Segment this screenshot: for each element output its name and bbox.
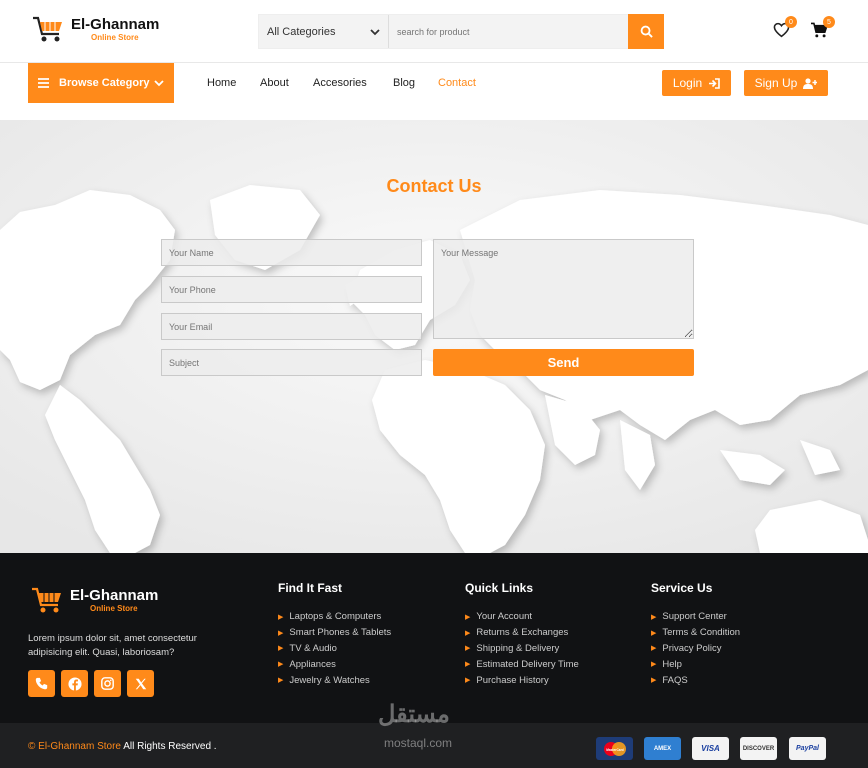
mastercard-badge: MasterCard bbox=[596, 737, 633, 760]
footer-brand-logo[interactable]: El-Ghannam Online Store bbox=[30, 583, 158, 617]
brand-name: El-Ghannam bbox=[71, 15, 160, 33]
cart-button[interactable]: 5 bbox=[810, 16, 835, 43]
cart-logo-icon bbox=[32, 587, 61, 613]
search-button[interactable] bbox=[628, 14, 664, 49]
footer-list-find-it-fast: ▶ Laptops & Computers ▶ Smart Phones & Tab… bbox=[278, 609, 391, 688]
email-input[interactable] bbox=[161, 313, 422, 340]
footer-list-service-us: ▶ Support Center ▶ Terms & Condition ▶ Priv… bbox=[651, 609, 740, 688]
footer-col-title-find-it-fast: Find It Fast bbox=[278, 581, 342, 595]
footer-link[interactable]: ▶ Your Account bbox=[465, 609, 579, 625]
phone-input[interactable] bbox=[161, 276, 422, 303]
footer-link[interactable]: ▶ Returns & Exchanges bbox=[465, 625, 579, 641]
caret-right-icon: ▶ bbox=[278, 677, 284, 685]
search-bar: All Categories bbox=[258, 14, 664, 49]
caret-right-icon: ▶ bbox=[465, 613, 471, 621]
copyright-brand-link[interactable]: El-Ghannam Store bbox=[38, 741, 121, 752]
mastercard-icon: MasterCard bbox=[603, 741, 626, 756]
send-button[interactable]: Send bbox=[433, 349, 694, 376]
visa-badge: VISA bbox=[692, 737, 729, 760]
social-phone-button[interactable] bbox=[28, 670, 55, 697]
facebook-icon bbox=[67, 676, 82, 691]
footer-link[interactable]: ▶ Privacy Policy bbox=[651, 641, 740, 657]
footer-brand-tagline: Online Store bbox=[90, 603, 138, 613]
watermark-latin: mostaql.com bbox=[384, 736, 453, 750]
browse-category-button[interactable]: Browse Category bbox=[28, 63, 174, 103]
search-input[interactable] bbox=[389, 15, 628, 48]
caret-right-icon: ▶ bbox=[651, 629, 657, 637]
brand-tagline: Online Store bbox=[91, 32, 139, 42]
browse-category-label: Browse Category bbox=[59, 77, 150, 89]
nav-link-contact[interactable]: Contact bbox=[438, 77, 476, 89]
sign-in-icon bbox=[709, 77, 720, 89]
footer-col-title-quick-links: Quick Links bbox=[465, 581, 534, 595]
social-instagram-button[interactable] bbox=[94, 670, 121, 697]
x-twitter-icon bbox=[135, 678, 146, 689]
amex-badge: AMEX bbox=[644, 737, 681, 760]
paypal-badge: PayPal bbox=[789, 737, 826, 760]
footer-link[interactable]: ▶ Help bbox=[651, 656, 740, 672]
nav-link-blog[interactable]: Blog bbox=[393, 77, 415, 89]
footer-link[interactable]: ▶ Smart Phones & Tablets bbox=[278, 625, 391, 641]
caret-right-icon: ▶ bbox=[465, 677, 471, 685]
subject-input[interactable] bbox=[161, 349, 422, 376]
copyright-rest: All Rights Reserved . bbox=[123, 741, 217, 752]
watermark-arabic: مستقل bbox=[378, 701, 450, 728]
caret-right-icon: ▶ bbox=[465, 629, 471, 637]
caret-right-icon: ▶ bbox=[465, 661, 471, 669]
footer-link[interactable]: ▶ Terms & Condition bbox=[651, 625, 740, 641]
caret-right-icon: ▶ bbox=[651, 645, 657, 653]
social-facebook-button[interactable] bbox=[61, 670, 88, 697]
footer-link[interactable]: ▶ Shipping & Delivery bbox=[465, 641, 579, 657]
caret-right-icon: ▶ bbox=[651, 613, 657, 621]
category-select[interactable]: All Categories bbox=[259, 15, 389, 48]
wishlist-count-badge: 0 bbox=[785, 16, 797, 28]
phone-icon bbox=[35, 677, 48, 690]
discover-badge: DISCOVER bbox=[740, 737, 777, 760]
footer-link[interactable]: ▶ FAQS bbox=[651, 672, 740, 688]
message-textarea[interactable] bbox=[433, 239, 694, 339]
footer-link[interactable]: ▶ Estimated Delivery Time bbox=[465, 656, 579, 672]
cart-count-badge: 5 bbox=[823, 16, 835, 28]
copyright-symbol: © bbox=[28, 741, 36, 752]
caret-right-icon: ▶ bbox=[278, 661, 284, 669]
copyright-text: © El-Ghannam Store All Rights Reserved . bbox=[28, 741, 217, 752]
caret-right-icon: ▶ bbox=[278, 645, 284, 653]
footer-link[interactable]: ▶ TV & Audio bbox=[278, 641, 391, 657]
category-select-value: All Categories bbox=[267, 25, 336, 38]
search-icon bbox=[640, 25, 653, 38]
footer-brand-name: El-Ghannam bbox=[70, 586, 159, 604]
footer-link[interactable]: ▶ Appliances bbox=[278, 656, 391, 672]
footer-link[interactable]: ▶ Laptops & Computers bbox=[278, 609, 391, 625]
brand-logo[interactable]: El-Ghannam Online Store bbox=[31, 12, 159, 46]
caret-right-icon: ▶ bbox=[465, 645, 471, 653]
instagram-icon bbox=[101, 677, 114, 690]
caret-right-icon: ▶ bbox=[651, 661, 657, 669]
nav-link-accesories[interactable]: Accesories bbox=[313, 77, 367, 89]
login-button[interactable]: Login bbox=[662, 70, 731, 96]
chevron-down-icon bbox=[154, 80, 164, 87]
mastercard-label: MasterCard bbox=[606, 748, 624, 752]
caret-right-icon: ▶ bbox=[651, 677, 657, 685]
nav-link-about[interactable]: About bbox=[260, 77, 289, 89]
footer-description: Lorem ipsum dolor sit, amet consectetur … bbox=[28, 633, 197, 658]
contact-title: Contact Us bbox=[386, 176, 482, 196]
user-plus-icon bbox=[803, 77, 818, 89]
footer-link[interactable]: ▶ Jewelry & Watches bbox=[278, 672, 391, 688]
login-label: Login bbox=[672, 76, 703, 90]
cart-logo-icon bbox=[33, 16, 62, 42]
wishlist-button[interactable]: 0 bbox=[773, 16, 797, 43]
signup-button[interactable]: Sign Up bbox=[744, 70, 828, 96]
nav-link-home[interactable]: Home bbox=[207, 77, 236, 89]
chevron-down-icon bbox=[370, 28, 380, 35]
social-x-button[interactable] bbox=[127, 670, 154, 697]
footer-link[interactable]: ▶ Support Center bbox=[651, 609, 740, 625]
footer-link[interactable]: ▶ Purchase History bbox=[465, 672, 579, 688]
hamburger-menu-icon bbox=[38, 78, 49, 88]
caret-right-icon: ▶ bbox=[278, 629, 284, 637]
caret-right-icon: ▶ bbox=[278, 613, 284, 621]
name-input[interactable] bbox=[161, 239, 422, 266]
footer-col-title-service-us: Service Us bbox=[651, 581, 713, 595]
signup-label: Sign Up bbox=[754, 76, 798, 90]
footer-list-quick-links: ▶ Your Account ▶ Returns & Exchanges ▶ Ship… bbox=[465, 609, 579, 688]
